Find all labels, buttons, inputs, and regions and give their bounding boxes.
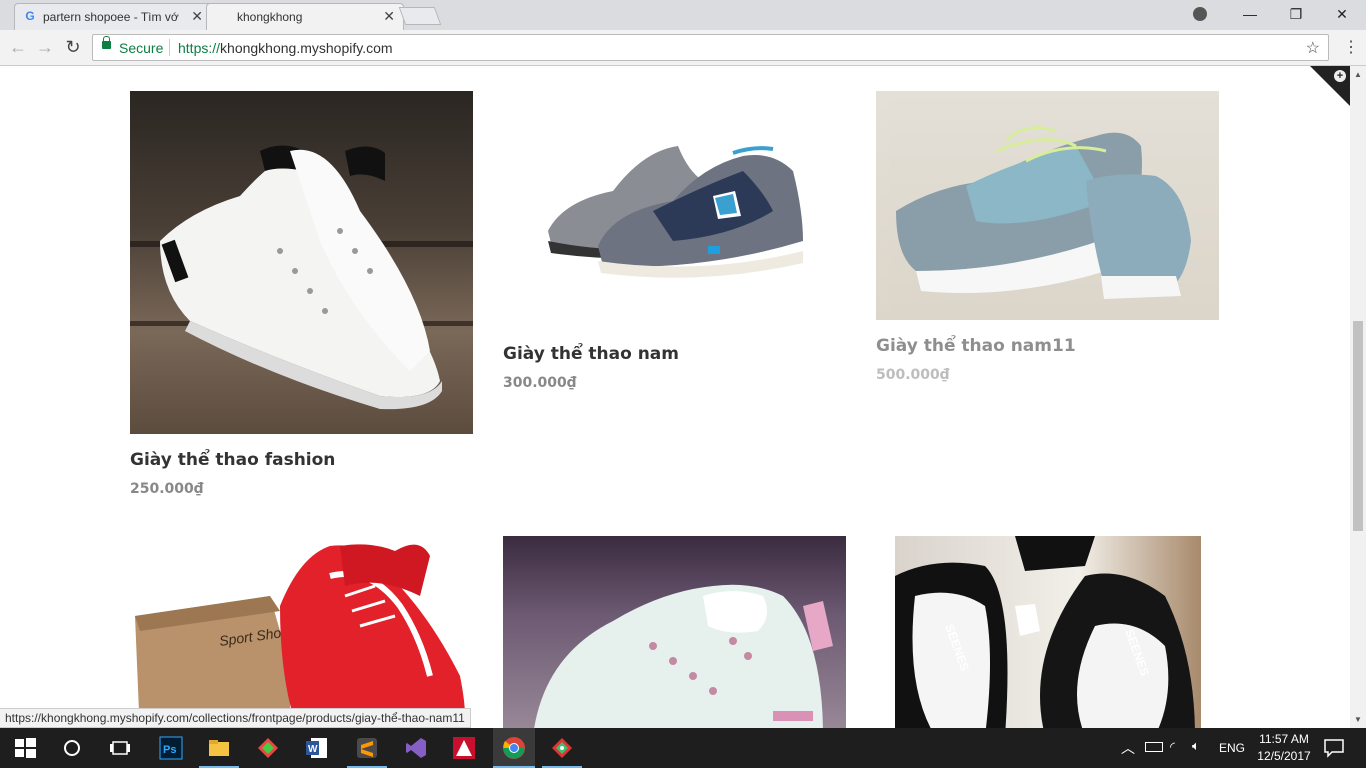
file-explorer-icon[interactable] [207,736,231,760]
volume-icon[interactable]: 🔈︎ [1192,738,1200,754]
page-content: + Giày thể thao fashion 250.000₫ Giày th… [0,66,1350,728]
url-scheme: https:// [178,40,221,56]
clock-date: 12/5/2017 [1257,749,1311,763]
product-image-white-pink-sneakers[interactable] [503,536,846,728]
sketchup-icon[interactable] [256,736,280,760]
omnibox-divider [169,39,170,56]
product-image-red-sneakers-with-box[interactable]: Sport Shoes [130,536,473,728]
browser-toolbar: ← → ↻ Secure https://khongkhong.myshopif… [0,30,1366,66]
tab-strip: G partern shopoee - Tìm vớ ✕ khongkhong … [0,0,1366,30]
secure-label: Secure [119,40,164,56]
action-center-icon[interactable] [1322,736,1346,760]
visual-studio-icon[interactable] [404,736,428,760]
close-window-button[interactable]: ✕ [1319,0,1365,28]
clock-time: 11:57 AM [1259,732,1309,746]
address-bar[interactable]: Secure https://khongkhong.myshopify.com … [92,34,1329,61]
forward-arrow-icon[interactable]: → [34,37,56,58]
close-tab-icon[interactable]: ✕ [191,8,203,25]
red-sneakers-box-illustration: Sport Shoes [135,544,465,728]
tab-khongkhong[interactable]: khongkhong ✕ [206,3,404,30]
plus-circle-icon[interactable]: + [1334,70,1346,82]
product-price: 500.000₫ [876,367,950,383]
link-status-bar: https://khongkhong.myshopify.com/collect… [0,708,471,728]
autocad-icon[interactable] [452,736,476,760]
product-title[interactable]: Giày thể thao nam [503,344,679,364]
restore-button[interactable]: ❐ [1273,0,1319,28]
lock-icon [102,36,111,49]
product-price: 250.000₫ [130,481,204,497]
blue-knit-sneaker-illustration [896,126,1191,299]
reload-icon[interactable]: ↻ [62,37,84,58]
product-title[interactable]: Giày thể thao fashion [130,450,335,470]
profile-icon[interactable] [1193,7,1207,21]
windows-start-icon[interactable] [13,736,37,760]
language-indicator[interactable]: ENG [1219,741,1245,755]
new-tab-button[interactable] [398,7,442,25]
wifi-icon[interactable]: ◜ [1170,739,1175,755]
page-scrollbar[interactable]: ▲ ▼ [1350,66,1366,728]
task-view-icon[interactable] [108,736,132,760]
chrome-menu-icon[interactable]: ⋮ [1343,37,1359,57]
svg-text:W: W [308,744,318,755]
url-host: khongkhong.myshopify.com [220,40,393,56]
product-title[interactable]: Giày thể thao nam11 [876,336,1076,356]
battery-icon[interactable] [1145,742,1163,752]
bookmark-star-icon[interactable]: ☆ [1306,38,1320,58]
product-image-blue-knit-sneaker[interactable] [876,91,1219,320]
tab-title: khongkhong [237,10,303,24]
sublime-icon[interactable] [355,736,379,760]
gitkraken-icon[interactable] [550,736,574,760]
minimize-button[interactable]: — [1227,0,1273,28]
system-clock[interactable]: 11:57 AM 12/5/2017 [1249,731,1319,765]
white-sneaker-illustration [130,145,473,410]
word-icon[interactable]: W [305,736,329,760]
url-text[interactable]: https://khongkhong.myshopify.com [178,40,393,56]
product-image-white-sneaker[interactable] [130,91,473,434]
product-image-black-white-sneakers[interactable]: SEENES SEENES [895,536,1201,728]
photoshop-icon[interactable]: Ps [159,736,183,760]
product-image-grey-sneaker[interactable] [503,91,846,331]
tab-title: partern shopoee - Tìm vớ [43,10,179,24]
show-hidden-icons-chevron-icon[interactable]: ︿ [1121,738,1135,758]
product-price: 300.000₫ [503,375,577,391]
windows-taskbar: Ps W ︿ ◜ 🔈︎ ENG 11:57 AM 12/5/2017 [0,728,1366,768]
svg-text:Ps: Ps [163,744,176,756]
tab-google-search[interactable]: G partern shopoee - Tìm vớ ✕ [14,3,212,30]
google-icon: G [25,9,35,23]
cortana-icon[interactable] [60,736,84,760]
black-white-sneakers-illustration: SEENES SEENES [895,536,1195,728]
back-arrow-icon[interactable]: ← [7,37,29,58]
scroll-thumb[interactable] [1353,321,1363,531]
close-tab-icon[interactable]: ✕ [383,8,395,25]
scroll-up-icon[interactable]: ▲ [1354,70,1362,79]
scroll-down-icon[interactable]: ▼ [1354,715,1362,724]
grey-sneaker-illustration [548,146,803,278]
chrome-icon[interactable] [502,736,526,760]
white-pink-sneakers-illustration [534,584,833,728]
